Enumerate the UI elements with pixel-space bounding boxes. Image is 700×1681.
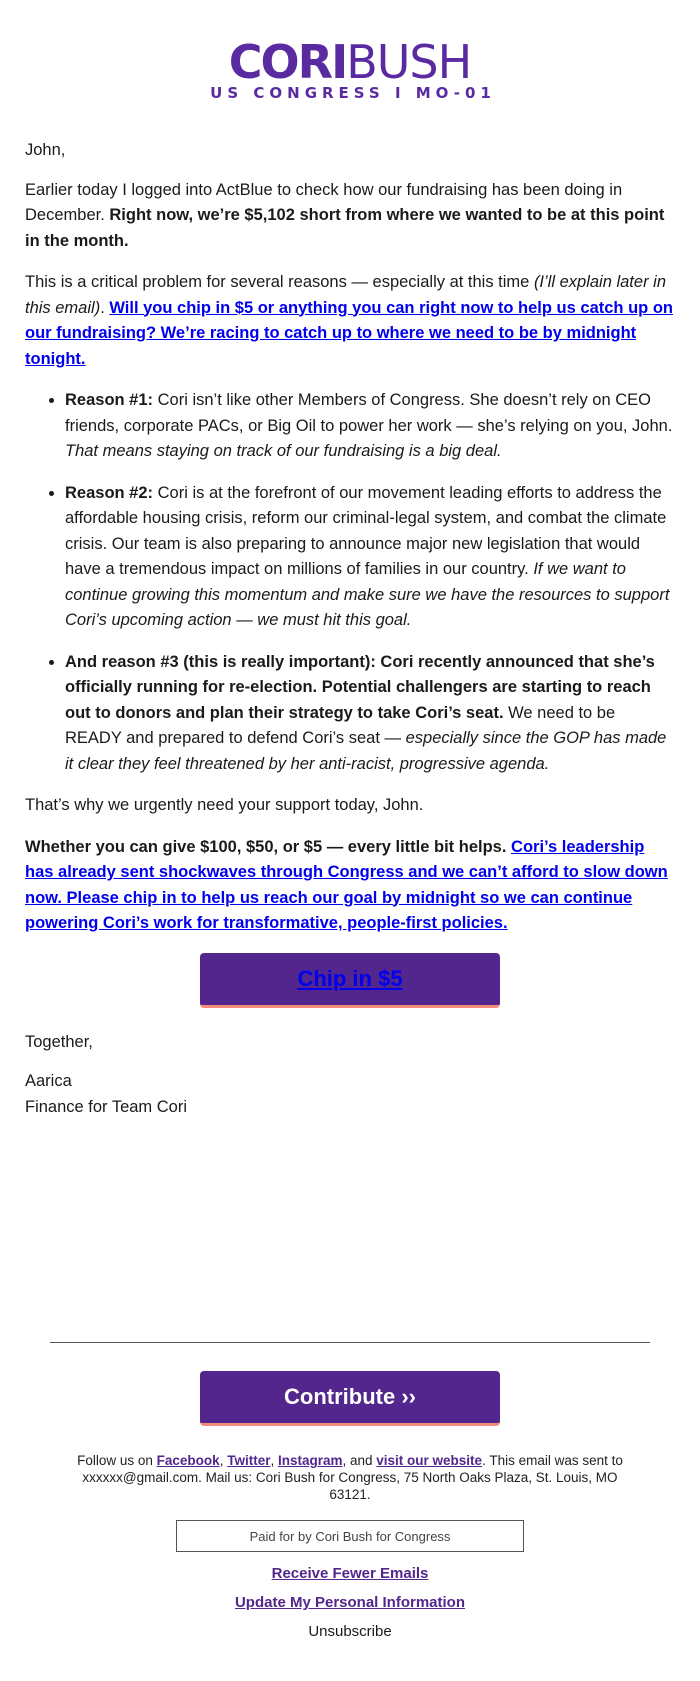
separator: , — [270, 1453, 278, 1468]
sender-title: Finance for Team Cori — [25, 1097, 188, 1116]
receive-fewer-emails-link[interactable]: Receive Fewer Emails — [0, 1564, 700, 1584]
logo-subtitle: US CONGRESS I MO-01 — [210, 84, 496, 102]
reason-item: Reason #1: Cori isn’t like other Members… — [65, 388, 675, 465]
unsubscribe-link[interactable]: Unsubscribe — [0, 1622, 700, 1642]
separator: . — [100, 298, 110, 317]
separator: , and — [342, 1453, 377, 1468]
update-info-link[interactable]: Update My Personal Information — [0, 1593, 700, 1613]
twitter-link[interactable]: Twitter — [227, 1453, 270, 1468]
paragraph-ask: Whether you can give $100, $50, or $5 — … — [25, 835, 675, 937]
signature: Together, Aarica Finance for Team Cori — [25, 1030, 675, 1121]
paragraph-support: That’s why we urgently need your support… — [25, 796, 424, 814]
chip-in-link[interactable]: Will you chip in $5 or anything you can … — [25, 299, 673, 368]
facebook-link[interactable]: Facebook — [157, 1453, 220, 1468]
logo-cori: CORI — [228, 35, 348, 89]
paid-for-disclaimer: Paid for by Cori Bush for Congress — [176, 1520, 524, 1552]
follow-prefix: Follow us on — [77, 1453, 157, 1468]
reason-bold: Reason #2: — [65, 483, 154, 502]
chip-in-button[interactable]: Chip in $5 — [200, 952, 500, 1008]
reason-text: Cori isn’t like other Members of Congres… — [65, 391, 673, 435]
reason-item: Reason #2: Cori is at the forefront of o… — [65, 481, 675, 634]
paragraph-intro: Earlier today I logged into ActBlue to c… — [25, 178, 675, 255]
greeting: John, — [25, 141, 66, 159]
reason-italic: That means staying on track of our fundr… — [65, 442, 502, 460]
contribute-button-wrap: Contribute ›› — [0, 1371, 700, 1426]
reasons-list: Reason #1: Cori isn’t like other Members… — [25, 388, 675, 777]
problem-text: This is a critical problem for several r… — [25, 273, 534, 291]
email-body: John, Earlier today I logged into ActBlu… — [25, 138, 675, 1120]
website-link[interactable]: visit our website — [376, 1453, 482, 1468]
reason-item: And reason #3 (this is really important)… — [65, 650, 675, 778]
contribute-button[interactable]: Contribute ›› — [200, 1371, 500, 1426]
footer-links: Receive Fewer Emails Update My Personal … — [0, 1564, 700, 1642]
footer-divider — [50, 1342, 650, 1343]
sender-name: Aarica — [25, 1072, 72, 1090]
ask-bold: Whether you can give $100, $50, or $5 — … — [25, 837, 507, 856]
campaign-logo: CORIBUSH US CONGRESS I MO-01 — [0, 38, 700, 102]
intro-bold: Right now, we’re $5,102 short from where… — [25, 206, 665, 250]
reason-bold: Reason #1: — [65, 391, 154, 409]
paragraph-problem: This is a critical problem for several r… — [25, 270, 675, 372]
footer-text: Follow us on Facebook, Twitter, Instagra… — [60, 1452, 640, 1503]
instagram-link[interactable]: Instagram — [278, 1453, 343, 1468]
logo-wordmark: CORIBUSH — [0, 38, 700, 86]
logo-bush: BUSH — [346, 35, 472, 89]
chip-button-wrap: Chip in $5 — [25, 952, 675, 1008]
closing: Together, — [25, 1032, 93, 1051]
